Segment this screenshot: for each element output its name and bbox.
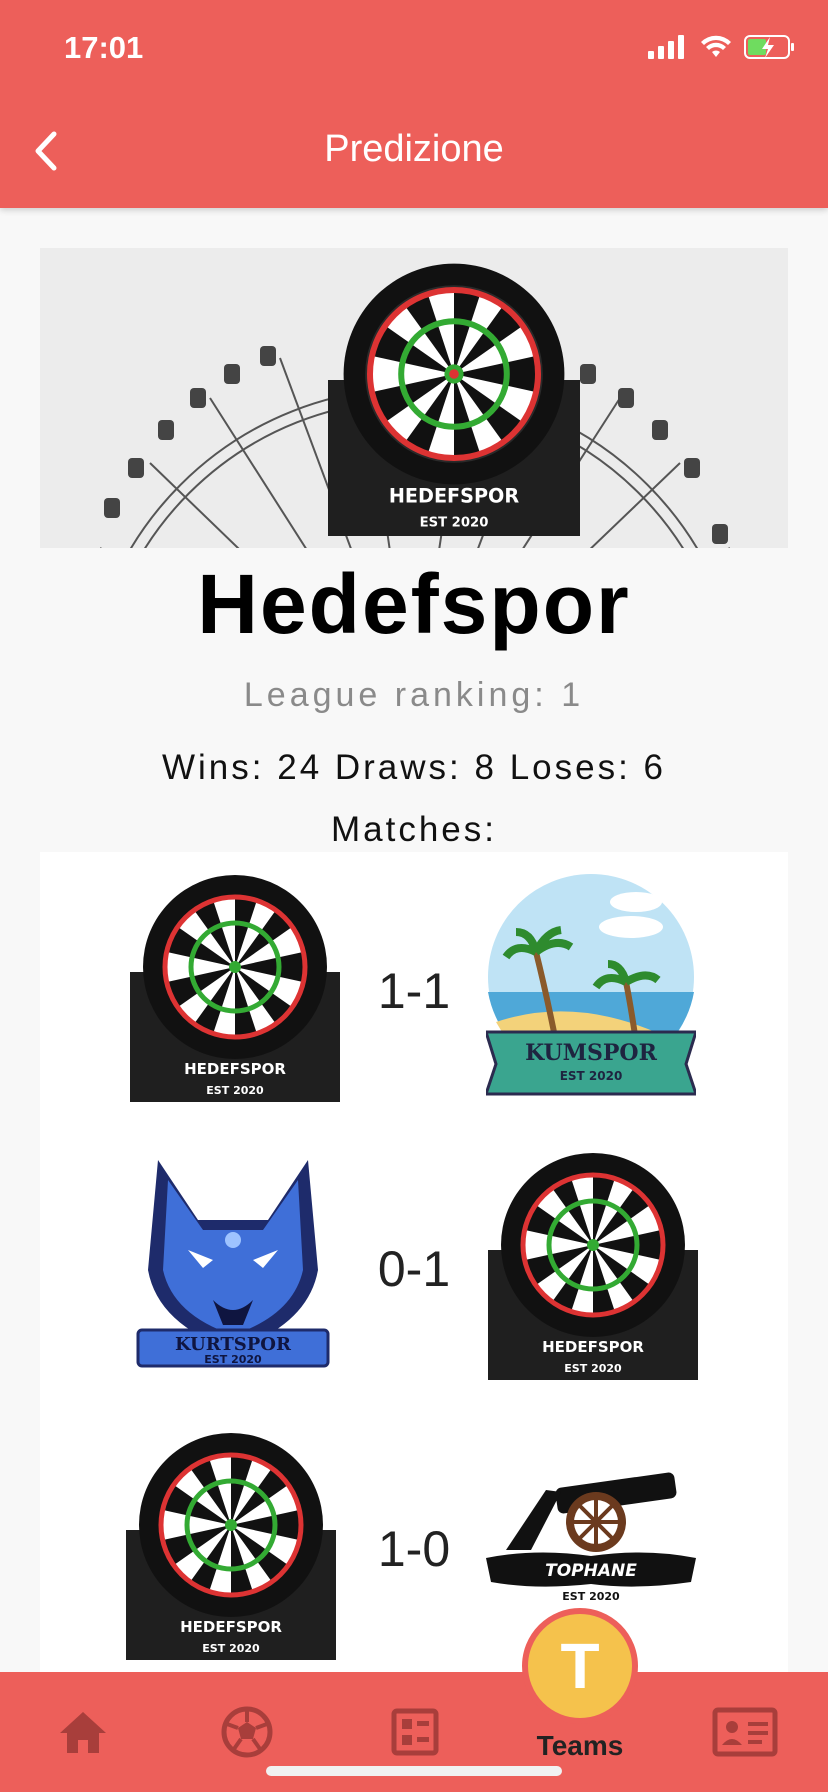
battery-charging-icon (744, 35, 794, 59)
logo-name: KUMSPOR (525, 1040, 657, 1066)
match-row[interactable]: KURTSPOR EST 2020 0-1 HEDEFSPOR EST 2020 (40, 1150, 788, 1390)
app-header: 17:01 Predizione (0, 0, 828, 208)
team-name: Hedefspor (197, 557, 631, 651)
logo-name: HEDEFSPOR (542, 1338, 644, 1356)
logo-name: TOPHANE (545, 1561, 637, 1581)
tab-home[interactable] (48, 1702, 118, 1762)
home-icon (60, 1712, 106, 1753)
teams-icon: T (560, 1630, 600, 1702)
match-row[interactable]: HEDEFSPOR EST 2020 1-1 KUMSPOR EST 2020 (40, 872, 788, 1112)
profile-card-icon (712, 1707, 778, 1757)
status-time: 17:01 (64, 30, 144, 65)
tab-schedule[interactable] (380, 1702, 450, 1762)
tab-profile[interactable] (710, 1702, 780, 1762)
matches-label: Matches: (331, 810, 497, 849)
home-indicator (266, 1766, 562, 1776)
logo-est: EST 2020 (562, 1590, 620, 1603)
signal-icon (648, 35, 684, 59)
team-banner: HEDEFSPOR EST 2020 (40, 248, 788, 548)
soccer-ball-icon (221, 1706, 273, 1758)
banner-logo-name: HEDEFSPOR (389, 484, 519, 507)
logo-name: KURTSPOR (175, 1334, 292, 1355)
tab-teams[interactable]: T (522, 1608, 638, 1724)
status-icons (648, 34, 796, 60)
schedule-icon (391, 1708, 439, 1756)
logo-est: EST 2020 (204, 1353, 262, 1366)
logo-est: EST 2020 (206, 1084, 264, 1097)
tab-matches[interactable] (212, 1702, 282, 1762)
hedefspor-logo: HEDEFSPOR EST 2020 (488, 1153, 698, 1380)
logo-name: HEDEFSPOR (180, 1618, 282, 1636)
hedefspor-logo: HEDEFSPOR EST 2020 (328, 263, 580, 536)
tab-teams-label: Teams (536, 1730, 624, 1761)
logo-name: HEDEFSPOR (184, 1060, 286, 1078)
league-ranking: League ranking: 1 (243, 676, 585, 714)
logo-est: EST 2020 (560, 1069, 623, 1083)
logo-est: EST 2020 (202, 1642, 260, 1655)
match-row[interactable]: HEDEFSPOR EST 2020 1-0 TOPHANE EST 2020 (40, 1430, 788, 1670)
wifi-icon (701, 35, 731, 57)
banner-logo-est: EST 2020 (420, 515, 489, 530)
matches-list: HEDEFSPOR EST 2020 1-1 KUMSPOR EST 2020 (40, 852, 788, 1672)
page-title: Predizione (324, 128, 504, 170)
kumspor-logo: KUMSPOR EST 2020 (486, 874, 696, 1096)
team-record: Wins: 24 Draws: 8 Loses: 6 (162, 748, 666, 787)
logo-est: EST 2020 (564, 1362, 622, 1375)
